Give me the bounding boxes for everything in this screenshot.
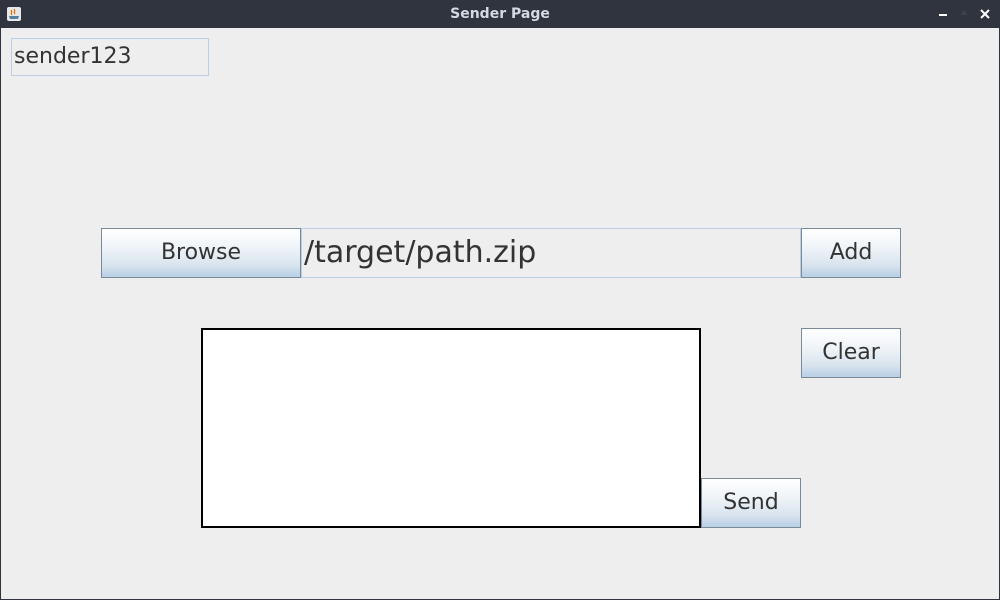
add-button[interactable]: Add: [801, 228, 901, 278]
window-title: Sender Page: [450, 6, 550, 22]
send-button[interactable]: Send: [701, 478, 801, 528]
clear-button[interactable]: Clear: [801, 328, 901, 378]
minimize-icon[interactable]: [934, 5, 952, 23]
close-icon[interactable]: [976, 5, 994, 23]
content-pane: sender123 Browse /target/path.zip Add Cl…: [1, 28, 999, 599]
browse-button[interactable]: Browse: [101, 228, 301, 278]
sender-window: Sender Page sender123 Browse /target/pat…: [0, 0, 1000, 600]
file-list-area[interactable]: [201, 328, 701, 528]
title-bar[interactable]: Sender Page: [0, 0, 1000, 28]
sender-name-field[interactable]: sender123: [11, 38, 209, 76]
file-path-field[interactable]: /target/path.zip: [301, 228, 801, 278]
maximize-icon[interactable]: [955, 5, 973, 23]
